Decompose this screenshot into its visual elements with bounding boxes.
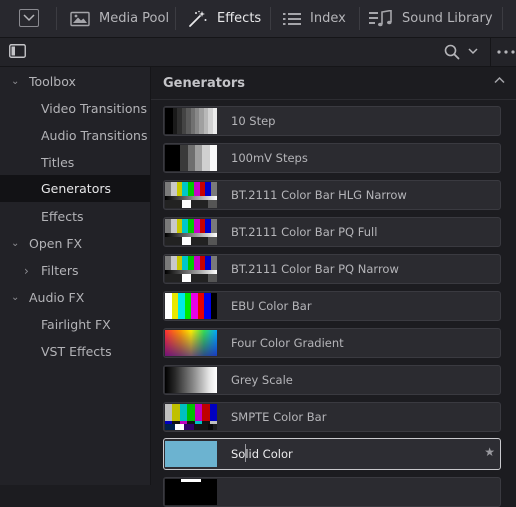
generator-label: 100mV Steps — [231, 151, 308, 165]
tree-item-vst-effects[interactable]: VST Effects — [0, 339, 150, 364]
index-label: Index — [310, 11, 346, 26]
tree-item-label: Audio FX — [29, 290, 85, 305]
tree-item-label: Titles — [41, 155, 75, 170]
panel-subbar — [0, 38, 516, 67]
more-options-icon[interactable] — [497, 50, 515, 54]
generator-thumbnail — [165, 404, 217, 430]
generator-label: BT.2111 Color Bar HLG Narrow — [231, 188, 407, 202]
media-pool-label: Media Pool — [99, 11, 170, 26]
generator-item-grey-scale[interactable]: Grey Scale — [163, 365, 501, 395]
generator-item-10-step[interactable]: 10 Step — [163, 106, 501, 136]
media-pool-icon — [70, 11, 90, 26]
panel-toggle-button[interactable] — [19, 9, 39, 27]
chevron-down-icon[interactable]: ⌄ — [11, 76, 19, 87]
tree-item-generators[interactable]: Generators — [0, 175, 150, 202]
tree-item-label: Effects — [41, 209, 84, 224]
generator-label: Grey Scale — [231, 373, 293, 387]
sound-library-icon — [369, 9, 392, 26]
generator-label: EBU Color Bar — [231, 299, 312, 313]
generator-label: Four Color Gradient — [231, 336, 344, 350]
generator-item-ebu-color-bar[interactable]: EBU Color Bar — [163, 291, 501, 321]
generator-thumbnail — [165, 330, 217, 356]
toolbar-divider — [56, 7, 57, 30]
generators-panel: Generators 10 Step 100mV Steps BT.2111 C… — [151, 67, 516, 507]
tree-item-label: VST Effects — [41, 344, 112, 359]
chevron-right-icon[interactable]: › — [24, 264, 29, 278]
generator-thumbnail — [165, 182, 217, 208]
tree-item-effects[interactable]: Effects — [0, 204, 150, 229]
generator-item-smpte-color-bar[interactable]: SMPTE Color Bar — [163, 402, 501, 432]
generator-label: BT.2111 Color Bar PQ Narrow — [231, 262, 399, 276]
sidebar-toggle-icon[interactable] — [9, 44, 26, 58]
sound-library-label: Sound Library — [402, 11, 493, 26]
tree-item-audio-fx[interactable]: ⌄ Audio FX — [0, 285, 150, 310]
media-pool-button[interactable]: Media Pool — [70, 0, 169, 37]
generator-item-solid-color[interactable]: Solid Color ★ — [163, 438, 501, 470]
toolbar-divider — [359, 7, 360, 30]
tree-item-label: Video Transitions — [41, 101, 147, 116]
chevron-down-icon — [23, 14, 35, 22]
chevron-down-icon[interactable]: ⌄ — [11, 238, 19, 249]
effects-library-tree: ⌄ Toolbox Video Transitions Audio Transi… — [0, 67, 151, 485]
generator-item-four-color-gradient[interactable]: Four Color Gradient — [163, 328, 501, 358]
generator-thumbnail — [165, 145, 217, 171]
list-icon — [283, 12, 301, 25]
index-button[interactable]: Index — [283, 0, 346, 37]
tree-item-fairlight-fx[interactable]: Fairlight FX — [0, 312, 150, 337]
tree-item-open-fx[interactable]: ⌄ Open FX — [0, 231, 150, 256]
tree-item-filters[interactable]: › Filters — [0, 258, 150, 283]
top-toolbar: Media Pool Effects Index Sound Library — [0, 0, 516, 38]
generator-thumbnail — [165, 479, 217, 505]
chevron-up-icon[interactable] — [494, 76, 505, 84]
magic-wand-icon — [189, 10, 207, 27]
tree-item-video-transitions[interactable]: Video Transitions — [0, 96, 150, 121]
generator-thumbnail — [165, 108, 217, 134]
effects-button[interactable]: Effects — [188, 0, 261, 37]
search-icon[interactable] — [444, 44, 460, 60]
generator-label: SMPTE Color Bar — [231, 410, 327, 424]
tree-item-label: Filters — [41, 263, 79, 278]
tree-item-label: Fairlight FX — [41, 317, 111, 332]
tree-item-label: Toolbox — [29, 74, 76, 89]
search-options-chevron-icon[interactable] — [468, 48, 478, 55]
toolbar-divider — [175, 7, 176, 30]
text-cursor — [245, 444, 246, 462]
generator-item-partial[interactable] — [163, 477, 501, 507]
tree-item-audio-transitions[interactable]: Audio Transitions — [0, 123, 150, 148]
generator-thumbnail — [165, 293, 217, 319]
tree-item-label: Audio Transitions — [41, 128, 148, 143]
generator-thumbnail — [165, 219, 217, 245]
favorite-star-icon[interactable]: ★ — [484, 445, 495, 459]
generator-thumbnail — [165, 367, 217, 393]
subbar-divider — [490, 38, 491, 66]
tree-item-titles[interactable]: Titles — [0, 150, 150, 175]
effects-label: Effects — [217, 11, 262, 26]
generator-thumbnail — [165, 256, 217, 282]
section-title: Generators — [163, 76, 246, 91]
chevron-down-icon[interactable]: ⌄ — [11, 292, 19, 303]
toolbar-divider — [502, 7, 503, 30]
tree-item-toolbox[interactable]: ⌄ Toolbox — [0, 69, 150, 94]
generator-thumbnail — [165, 441, 217, 467]
toolbar-divider — [270, 7, 271, 30]
generator-item-bt2111-pq-narrow[interactable]: BT.2111 Color Bar PQ Narrow — [163, 254, 501, 284]
generator-item-bt2111-hlg-narrow[interactable]: BT.2111 Color Bar HLG Narrow — [163, 180, 501, 210]
generators-section-header[interactable]: Generators — [151, 67, 516, 100]
generator-item-bt2111-pq-full[interactable]: BT.2111 Color Bar PQ Full — [163, 217, 501, 247]
generator-label: 10 Step — [231, 114, 276, 128]
generator-item-100mv-steps[interactable]: 100mV Steps — [163, 143, 501, 173]
tree-item-label: Generators — [41, 181, 111, 196]
tree-item-label: Open FX — [29, 236, 83, 251]
generator-label: Solid Color — [231, 447, 293, 461]
generator-label: BT.2111 Color Bar PQ Full — [231, 225, 378, 239]
sound-library-button[interactable]: Sound Library — [369, 0, 493, 37]
